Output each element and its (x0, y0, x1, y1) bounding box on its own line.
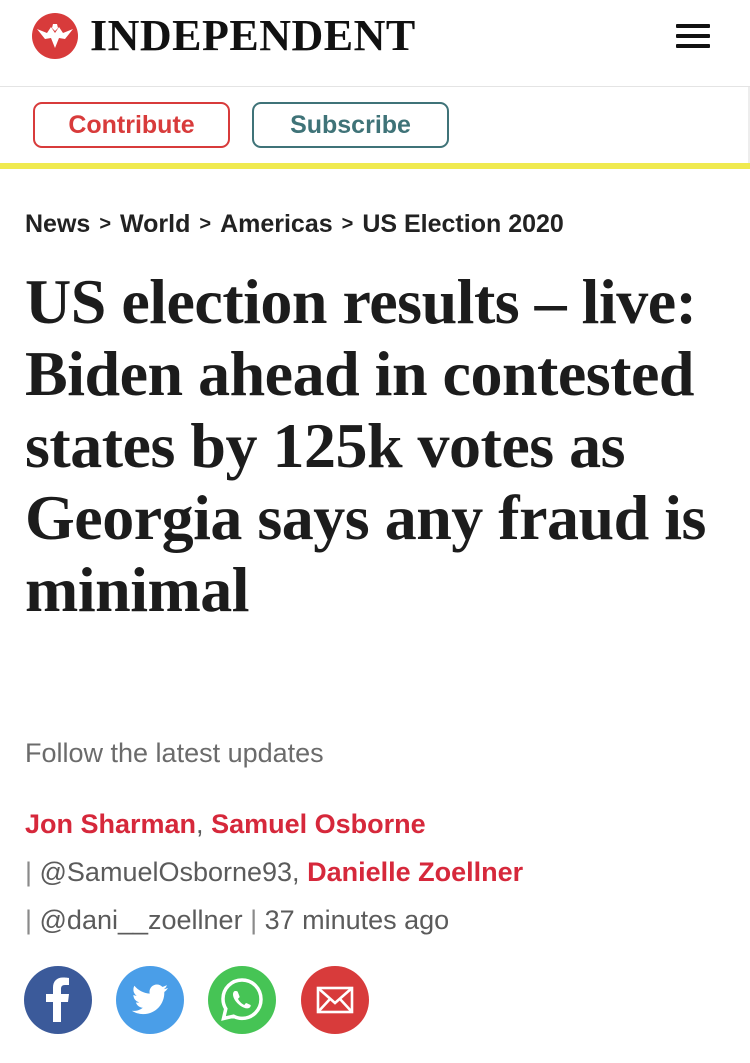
byline-divider: | (25, 857, 33, 887)
article-byline: Jon Sharman, Samuel Osborne | @SamuelOsbo… (25, 800, 725, 944)
facebook-icon (46, 977, 69, 1022)
breadcrumb-item-us-election-2020[interactable]: US Election 2020 (362, 210, 563, 238)
byline-divider: | (25, 905, 33, 935)
breadcrumb-item-news[interactable]: News (25, 210, 90, 238)
site-logo-wordmark[interactable]: INDEPENDENT (90, 12, 416, 60)
breadcrumb: News > World > Americas > US Election 2020 (25, 207, 564, 243)
byline-comma: , (196, 809, 212, 839)
article-headline: US election results – live: Biden ahead … (25, 266, 706, 625)
breadcrumb-separator: > (341, 213, 354, 235)
twitter-handle[interactable]: @SamuelOsborne93, (32, 857, 307, 887)
whatsapp-icon (221, 978, 263, 1021)
eagle-logo-icon[interactable] (31, 12, 79, 60)
breadcrumb-item-americas[interactable]: Americas (220, 210, 333, 238)
breadcrumb-item-world[interactable]: World (120, 210, 190, 238)
header-divider (0, 163, 750, 169)
twitter-share-button[interactable] (116, 966, 184, 1034)
breadcrumb-separator: > (199, 213, 212, 235)
subscribe-button[interactable]: Subscribe (252, 102, 449, 148)
whatsapp-share-button[interactable] (208, 966, 276, 1034)
menu-bar (676, 24, 710, 28)
author-link[interactable]: Danielle Zoellner (307, 857, 523, 887)
email-share-button[interactable] (301, 966, 369, 1034)
menu-bar (676, 34, 710, 38)
email-icon (316, 986, 354, 1014)
twitter-icon (131, 984, 168, 1015)
site-header: INDEPENDENT (0, 0, 750, 87)
hamburger-menu-icon[interactable] (672, 20, 714, 52)
menu-bar (676, 44, 710, 48)
breadcrumb-separator: > (99, 213, 111, 235)
publish-time: 37 minutes ago (257, 905, 450, 935)
author-link[interactable]: Jon Sharman (25, 809, 196, 839)
contribute-button[interactable]: Contribute (33, 102, 230, 148)
support-bar: Contribute Subscribe (0, 87, 750, 163)
facebook-share-button[interactable] (24, 966, 92, 1034)
article-standfirst: Follow the latest updates (25, 738, 324, 768)
author-link[interactable]: Samuel Osborne (211, 809, 426, 839)
twitter-handle[interactable]: @dani__zoellner (32, 905, 250, 935)
